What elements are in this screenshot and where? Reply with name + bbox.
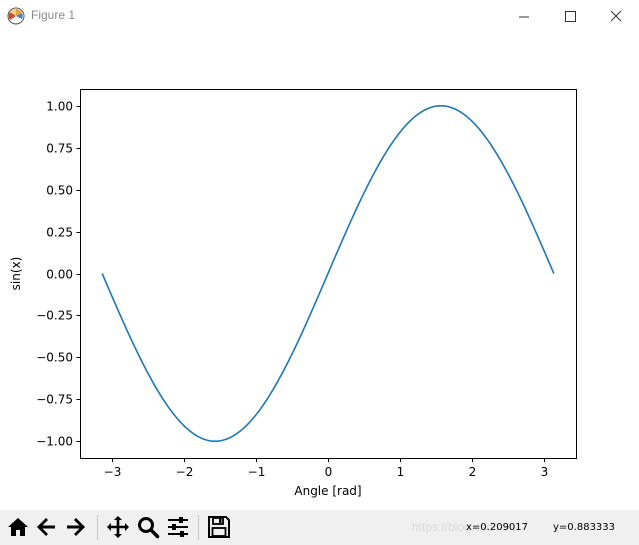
y-tick-label: 1.00 bbox=[46, 100, 73, 114]
maximize-button[interactable] bbox=[547, 0, 593, 32]
x-axis-ticks: −3 −2 −1 0 1 2 3 bbox=[104, 458, 549, 479]
forward-arrow-icon bbox=[67, 518, 85, 536]
pan-button[interactable] bbox=[104, 513, 132, 541]
figure-canvas[interactable]: −3 −2 −1 0 1 2 3 1.00 0.75 0.50 0.25 0.00 −0.25 −0.5… bbox=[0, 32, 639, 510]
configure-subplots-button[interactable] bbox=[164, 513, 192, 541]
x-coordinate-readout: x=0.209017 bbox=[466, 522, 529, 533]
y-tick-label: 0.75 bbox=[46, 142, 73, 156]
y-tick-label: −1.00 bbox=[36, 435, 73, 449]
zoom-icon bbox=[138, 517, 160, 539]
y-coordinate-readout: y=0.883333 bbox=[553, 522, 616, 533]
toolbar-separator bbox=[198, 515, 199, 540]
forward-button[interactable] bbox=[62, 513, 90, 541]
close-button[interactable] bbox=[593, 0, 639, 32]
zoom-button[interactable] bbox=[134, 513, 162, 541]
y-tick-label: 0.25 bbox=[46, 226, 73, 240]
x-tick-label: −1 bbox=[248, 465, 266, 479]
home-icon bbox=[8, 518, 28, 536]
window-title: Figure 1 bbox=[31, 8, 76, 22]
x-tick-label: 0 bbox=[325, 465, 333, 479]
close-icon bbox=[610, 10, 621, 21]
figure-window: Figure 1 −3 −2 −1 0 1 2 3 1.00 0.75 0.50 0.25 0.00… bbox=[0, 0, 639, 545]
x-tick-label: 1 bbox=[397, 465, 405, 479]
y-tick-label: −0.50 bbox=[36, 351, 73, 365]
y-tick-label: 0.00 bbox=[46, 268, 73, 282]
y-axis-ticks: 1.00 0.75 0.50 0.25 0.00 −0.25 −0.50 −0.75 −1.00 bbox=[36, 100, 81, 449]
sine-plot[interactable]: −3 −2 −1 0 1 2 3 1.00 0.75 0.50 0.25 0.00 −0.25 −0.5… bbox=[0, 32, 639, 510]
home-button[interactable] bbox=[4, 513, 32, 541]
x-tick-label: 2 bbox=[469, 465, 477, 479]
pan-icon bbox=[107, 516, 129, 538]
title-bar[interactable]: Figure 1 bbox=[0, 0, 639, 32]
matplotlib-logo-icon bbox=[7, 7, 25, 25]
y-tick-label: 0.50 bbox=[46, 184, 73, 198]
x-axis-label: Angle [rad] bbox=[294, 484, 361, 498]
navigation-toolbar: https://blog.csdn.net x=0.209017 y=0.883… bbox=[0, 510, 639, 545]
minimize-button[interactable] bbox=[501, 0, 547, 32]
save-button[interactable] bbox=[205, 513, 233, 541]
y-axis-label: sin(x) bbox=[9, 257, 23, 291]
toolbar-separator bbox=[97, 515, 98, 540]
save-icon bbox=[208, 516, 230, 538]
back-arrow-icon bbox=[37, 518, 55, 536]
back-button[interactable] bbox=[32, 513, 60, 541]
x-tick-label: 3 bbox=[541, 465, 549, 479]
y-tick-label: −0.75 bbox=[36, 393, 73, 407]
minimize-icon bbox=[518, 16, 529, 17]
x-tick-label: −3 bbox=[104, 465, 122, 479]
y-tick-label: −0.25 bbox=[36, 309, 73, 323]
configure-subplots-icon bbox=[168, 517, 188, 537]
maximize-icon bbox=[564, 10, 576, 22]
x-tick-label: −2 bbox=[176, 465, 194, 479]
